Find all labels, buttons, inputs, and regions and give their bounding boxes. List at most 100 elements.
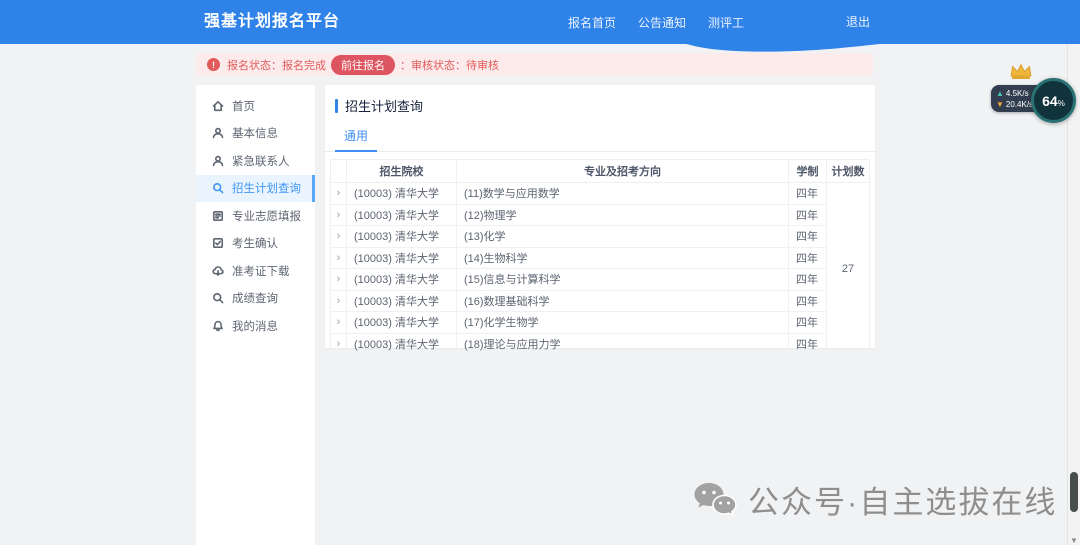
cell-college: (10003) 清华大学 (347, 269, 457, 291)
go-register-button[interactable]: 前往报名 (331, 55, 395, 75)
watermark-text: 公众号·自主选拔在线 (748, 477, 1057, 522)
bell-icon (212, 320, 224, 332)
nav-item-assessment[interactable]: 测评工 (708, 14, 744, 31)
title-accent-bar (335, 99, 338, 113)
expand-row-icon[interactable]: › (331, 247, 347, 269)
cell-major: (11)数学与应用数学 (457, 183, 789, 205)
cell-major: (14)生物科学 (457, 247, 789, 269)
expand-row-icon[interactable]: › (331, 333, 347, 355)
sidebar-item-label: 紧急联系人 (232, 153, 290, 169)
cell-college: (10003) 清华大学 (347, 183, 457, 205)
cell-years: 四年 (789, 269, 827, 291)
alert-status-left: 报名状态：报名完成 (227, 57, 326, 73)
cell-major: (16)数理基础科学 (457, 290, 789, 312)
table-row[interactable]: ›(10003) 清华大学(18)理论与应用力学四年 (331, 333, 870, 355)
cell-years: 四年 (789, 333, 827, 355)
col-years: 学制 (789, 160, 827, 183)
logout-button[interactable]: 退出 (846, 0, 870, 44)
table-row[interactable]: ›(10003) 清华大学(14)生物科学四年 (331, 247, 870, 269)
alert-status-right: ：审核状态：待审核 (400, 57, 499, 73)
cell-years: 四年 (789, 312, 827, 334)
cell-college: (10003) 清华大学 (347, 226, 457, 248)
col-college: 招生院校 (347, 160, 457, 183)
plan-table: 招生院校 专业及招考方向 学制 计划数 ›(10003) 清华大学(11)数学与… (330, 159, 870, 355)
form-icon (212, 210, 224, 222)
home-icon (212, 100, 224, 112)
user-icon (212, 127, 224, 139)
sidebar-item-label: 首页 (232, 98, 255, 114)
table-row[interactable]: ›(10003) 清华大学(11)数学与应用数学四年27 (331, 183, 870, 205)
page-title: 招生计划查询 (345, 96, 423, 115)
cell-years: 四年 (789, 247, 827, 269)
expand-row-icon[interactable]: › (331, 204, 347, 226)
expand-row-icon[interactable]: › (331, 183, 347, 205)
scrollbar-down-arrow-icon[interactable]: ▼ (1068, 536, 1080, 545)
nav-item-notices[interactable]: 公告通知 (638, 14, 686, 31)
search-icon (212, 182, 224, 194)
top-navbar: 强基计划报名平台 报名首页 公告通知 测评工 退出 (0, 0, 1080, 44)
user-icon (212, 155, 224, 167)
sidebar-item-6[interactable]: 准考证下载 (196, 257, 315, 285)
sidebar-item-label: 招生计划查询 (232, 180, 301, 196)
percent-badge[interactable]: 64% (1031, 78, 1076, 123)
cloud-download-icon (212, 265, 224, 277)
cell-college: (10003) 清华大学 (347, 333, 457, 355)
download-arrow-icon: ▼ (996, 99, 1004, 110)
app-title: 强基计划报名平台 (204, 0, 340, 44)
error-icon: ! (207, 58, 220, 71)
cell-major: (13)化学 (457, 226, 789, 248)
sidebar-item-3[interactable]: 招生计划查询 (196, 175, 315, 203)
scrollbar-thumb[interactable] (1070, 472, 1078, 512)
sidebar-item-0[interactable]: 首页 (196, 92, 315, 120)
sidebar-item-label: 成绩查询 (232, 290, 278, 306)
percent-value: 64 (1042, 93, 1058, 109)
table-row[interactable]: ›(10003) 清华大学(17)化学生物学四年 (331, 312, 870, 334)
sidebar-item-4[interactable]: 专业志愿填报 (196, 202, 315, 230)
crown-icon (1009, 63, 1033, 80)
main-content-card: 招生计划查询 通用 招生院校 专业及招考方向 学制 计划数 ›(10003) 清… (325, 85, 875, 348)
sidebar-item-8[interactable]: 我的消息 (196, 312, 315, 340)
cell-major: (12)物理学 (457, 204, 789, 226)
table-row[interactable]: ›(10003) 清华大学(12)物理学四年 (331, 204, 870, 226)
table-row[interactable]: ›(10003) 清华大学(15)信息与计算科学四年 (331, 269, 870, 291)
watermark: 公众号·自主选拔在线 (693, 477, 1057, 522)
sidebar-item-5[interactable]: 考生确认 (196, 230, 315, 258)
wechat-icon (693, 481, 737, 519)
sidebar-menu: 首页基本信息紧急联系人招生计划查询专业志愿填报考生确认准考证下载成绩查询我的消息 (196, 85, 315, 545)
col-expand (331, 160, 347, 183)
tab-general[interactable]: 通用 (335, 124, 377, 152)
search-icon (212, 292, 224, 304)
vertical-scrollbar[interactable]: ▼ (1067, 44, 1080, 545)
expand-row-icon[interactable]: › (331, 290, 347, 312)
page-title-row: 招生计划查询 (325, 85, 875, 124)
table-header-row: 招生院校 专业及招考方向 学制 计划数 (331, 160, 870, 183)
sidebar-item-label: 专业志愿填报 (232, 208, 301, 224)
check-square-icon (212, 237, 224, 249)
table-row[interactable]: ›(10003) 清华大学(13)化学四年 (331, 226, 870, 248)
sidebar-item-1[interactable]: 基本信息 (196, 120, 315, 148)
status-alert: ! 报名状态：报名完成 前往报名 ：审核状态：待审核 (196, 53, 873, 76)
table-row[interactable]: ›(10003) 清华大学(16)数理基础科学四年 (331, 290, 870, 312)
nav-item-home[interactable]: 报名首页 (568, 14, 616, 31)
sidebar-item-7[interactable]: 成绩查询 (196, 285, 315, 313)
cell-years: 四年 (789, 290, 827, 312)
plan-table-wrap: 招生院校 专业及招考方向 学制 计划数 ›(10003) 清华大学(11)数学与… (325, 152, 875, 355)
col-major: 专业及招考方向 (457, 160, 789, 183)
sidebar-item-label: 我的消息 (232, 318, 278, 334)
cell-years: 四年 (789, 183, 827, 205)
cell-college: (10003) 清华大学 (347, 204, 457, 226)
nav-menu: 报名首页 公告通知 测评工 (568, 0, 744, 44)
cell-major: (17)化学生物学 (457, 312, 789, 334)
cell-major: (18)理论与应用力学 (457, 333, 789, 355)
sidebar-item-label: 准考证下载 (232, 263, 290, 279)
sidebar-item-label: 考生确认 (232, 235, 278, 251)
cell-college: (10003) 清华大学 (347, 290, 457, 312)
cell-years: 四年 (789, 204, 827, 226)
expand-row-icon[interactable]: › (331, 312, 347, 334)
cell-college: (10003) 清华大学 (347, 312, 457, 334)
col-plan-count: 计划数 (827, 160, 870, 183)
tab-bar: 通用 (325, 124, 875, 152)
sidebar-item-2[interactable]: 紧急联系人 (196, 147, 315, 175)
expand-row-icon[interactable]: › (331, 226, 347, 248)
expand-row-icon[interactable]: › (331, 269, 347, 291)
